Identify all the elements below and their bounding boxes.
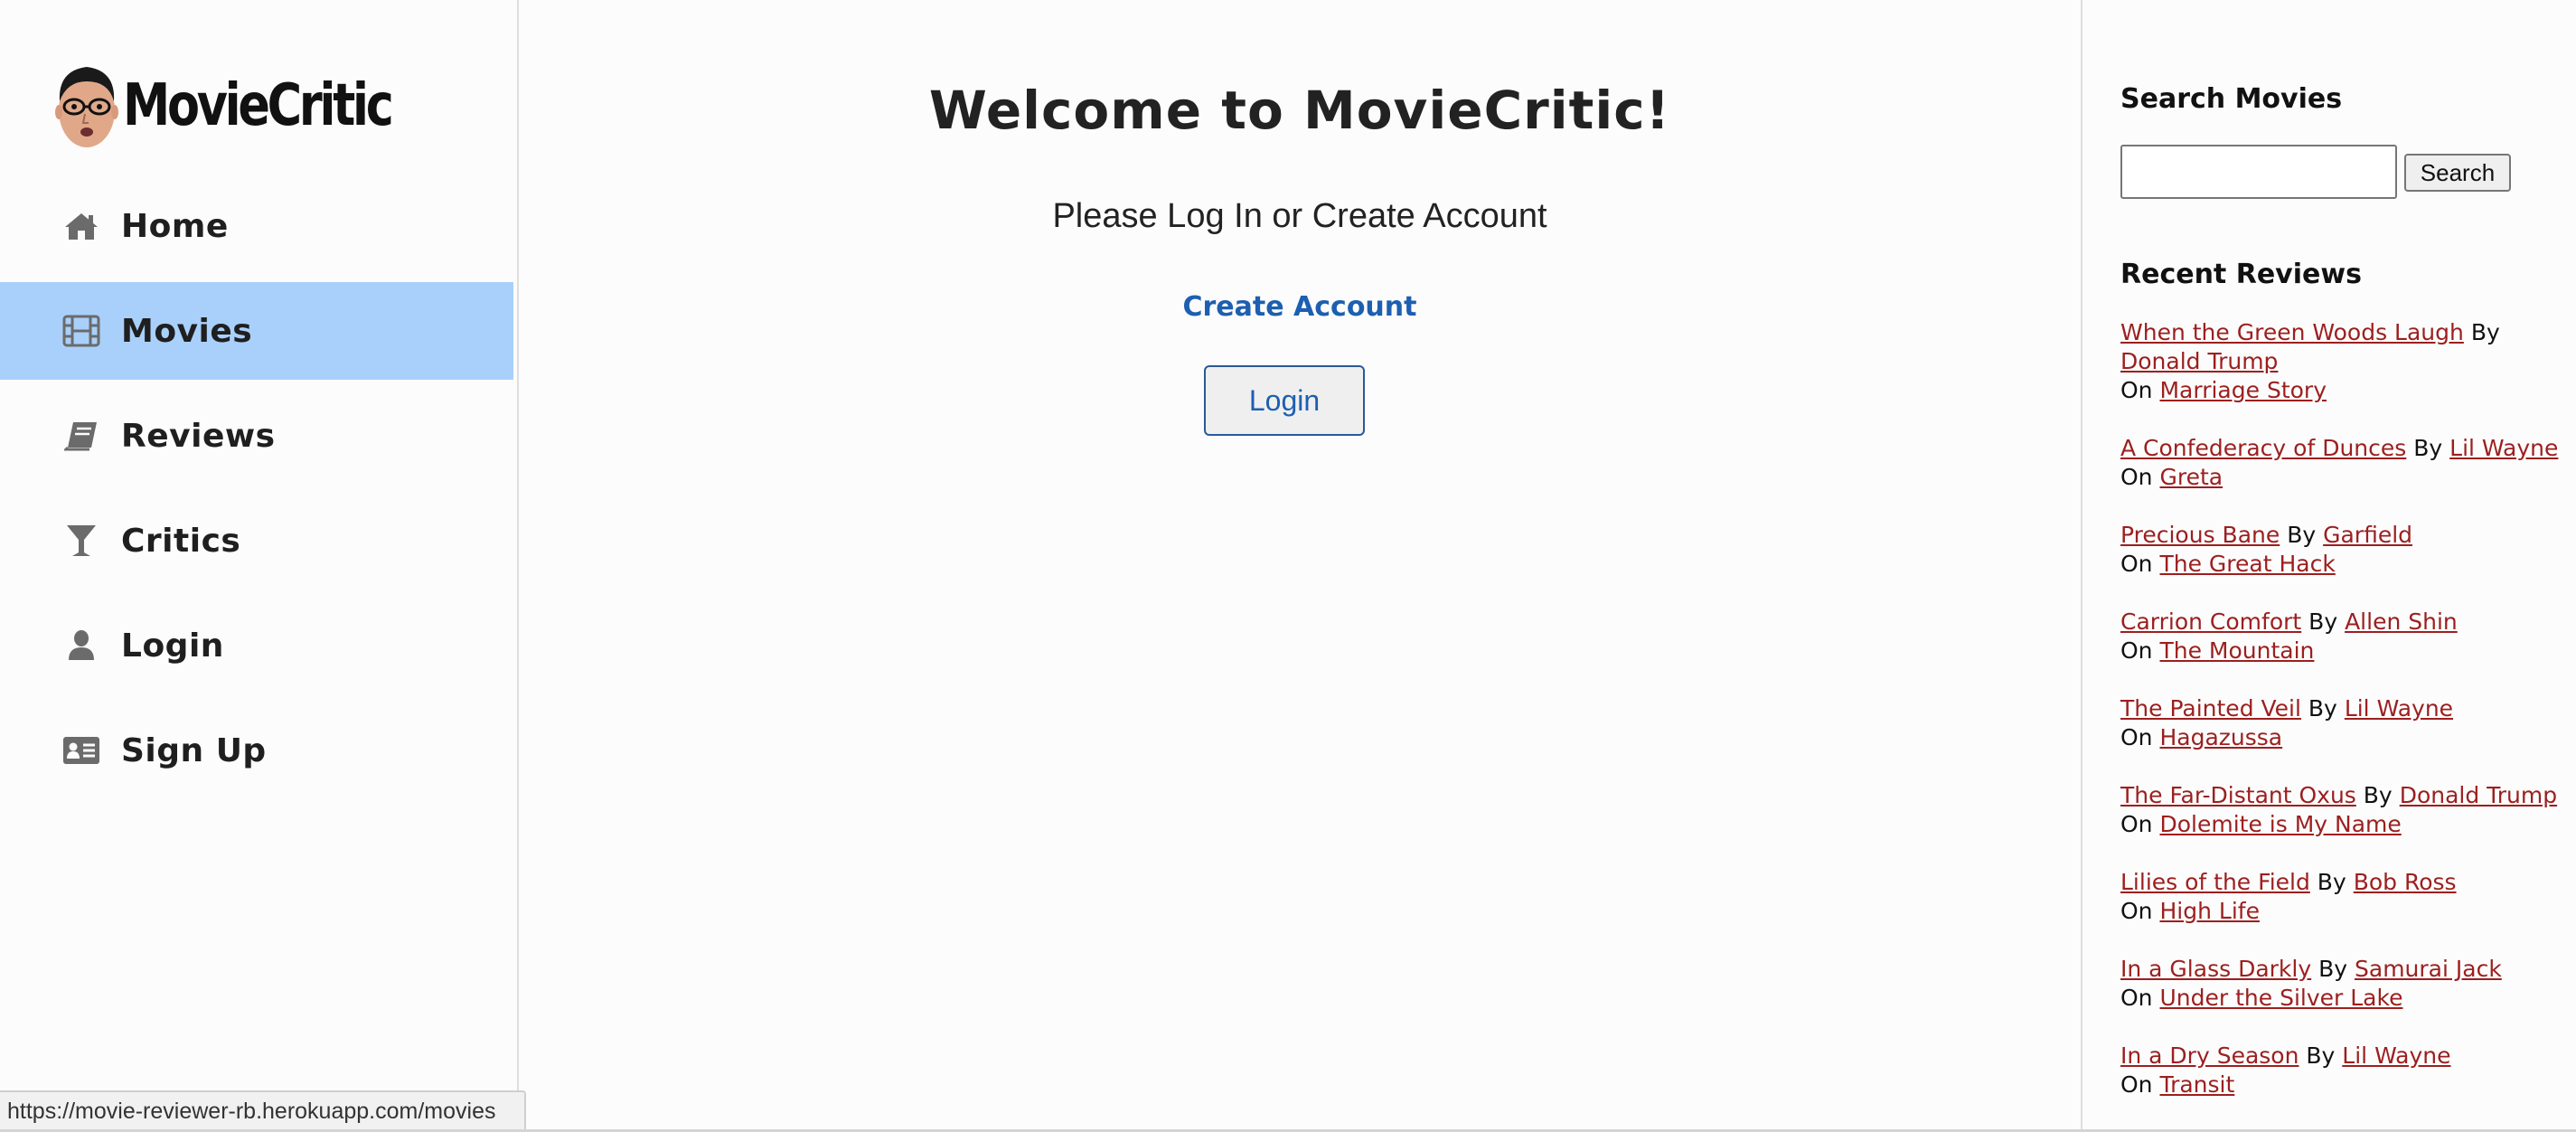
nav-label-home: Home [121, 207, 229, 245]
login-button[interactable]: Login [1204, 365, 1365, 436]
right-sidebar: Search Movies Search Recent Reviews When… [2081, 0, 2576, 1132]
search-button[interactable]: Search [2404, 154, 2511, 192]
recent-reviews-heading: Recent Reviews [2120, 259, 2362, 290]
on-text: On [2120, 898, 2153, 924]
critic-link[interactable]: Allen Shin [2345, 608, 2458, 635]
movie-link[interactable]: Greta [2159, 464, 2223, 490]
on-text: On [2120, 551, 2153, 577]
on-text: On [2120, 464, 2153, 490]
nav-item-reviews[interactable]: Reviews [0, 387, 517, 485]
review-title-link[interactable]: In a Glass Darkly [2120, 956, 2311, 982]
critic-link[interactable]: Garfield [2323, 522, 2412, 548]
movie-link[interactable]: Marriage Story [2159, 377, 2327, 403]
list-item: A Confederacy of Dunces By Lil Wayne On … [2120, 434, 2576, 492]
nav-item-movies[interactable]: Movies [0, 282, 513, 380]
cocktail-icon [61, 523, 101, 559]
by-text: By [2306, 1042, 2336, 1069]
nav-item-critics[interactable]: Critics [0, 492, 517, 590]
by-text: By [2308, 608, 2338, 635]
list-item: Precious Bane By Garfield On The Great H… [2120, 521, 2576, 579]
recent-reviews-list: When the Green Woods Laugh By Donald Tru… [2120, 318, 2576, 1128]
brand-name: MovieCritic [123, 72, 394, 139]
by-text: By [2317, 869, 2346, 895]
review-title-link[interactable]: The Painted Veil [2120, 695, 2301, 722]
movie-link[interactable]: Transit [2159, 1071, 2234, 1098]
by-text: By [2287, 522, 2317, 548]
page: MovieCritic Home Movies Reviews Critics … [0, 0, 2576, 1132]
create-account-link-row: Create Account [519, 291, 2081, 323]
critic-link[interactable]: Bob Ross [2354, 869, 2457, 895]
review-title-link[interactable]: Precious Bane [2120, 522, 2280, 548]
by-text: By [2363, 782, 2393, 808]
home-icon [61, 208, 101, 244]
page-title: Welcome to MovieCritic! [928, 80, 1671, 141]
main-content: Welcome to MovieCritic! Please Log In or… [519, 0, 2081, 1132]
review-title-link[interactable]: When the Green Woods Laugh [2120, 319, 2464, 345]
list-item: The Far-Distant Oxus By Donald Trump On … [2120, 781, 2576, 839]
critic-link[interactable]: Lil Wayne [2449, 435, 2558, 461]
movie-link[interactable]: The Great Hack [2159, 551, 2335, 577]
create-account-link[interactable]: Create Account [1183, 291, 1417, 323]
movie-link[interactable]: Dolemite is My Name [2159, 811, 2401, 837]
on-text: On [2120, 637, 2153, 664]
critic-link[interactable]: Samurai Jack [2355, 956, 2502, 982]
id-card-icon [61, 732, 101, 769]
on-text: On [2120, 724, 2153, 750]
search-input[interactable] [2120, 145, 2397, 199]
critic-link[interactable]: Lil Wayne [2342, 1042, 2450, 1069]
by-text: By [2470, 319, 2500, 345]
critic-link[interactable]: Donald Trump [2400, 782, 2557, 808]
book-icon [61, 418, 101, 454]
on-text: On [2120, 377, 2153, 403]
nav-item-sign-up[interactable]: Sign Up [0, 702, 517, 799]
list-item: In a Dry Season By Lil Wayne On Transit [2120, 1042, 2576, 1099]
critic-link[interactable]: Lil Wayne [2345, 695, 2453, 722]
nav-label-movies: Movies [121, 312, 253, 350]
review-title-link[interactable]: A Confederacy of Dunces [2120, 435, 2406, 461]
brand[interactable]: MovieCritic [54, 60, 450, 152]
movie-link[interactable]: High Life [2159, 898, 2259, 924]
movie-link[interactable]: The Mountain [2159, 637, 2314, 664]
list-item: Carrion Comfort By Allen Shin On The Mou… [2120, 608, 2576, 665]
nav-label-reviews: Reviews [121, 417, 276, 455]
left-sidebar: MovieCritic Home Movies Reviews Critics … [0, 0, 519, 1132]
nav-label-critics: Critics [121, 522, 241, 560]
review-title-link[interactable]: Carrion Comfort [2120, 608, 2301, 635]
list-item: In a Glass Darkly By Samurai Jack On Und… [2120, 955, 2576, 1013]
film-icon [61, 313, 101, 349]
nav-item-home[interactable]: Home [0, 177, 517, 275]
page-subtitle: Please Log In or Create Account [1052, 197, 1547, 235]
by-text: By [2413, 435, 2443, 461]
main-nav: Home Movies Reviews Critics Login Sign U… [0, 177, 517, 807]
movie-link[interactable]: Hagazussa [2159, 724, 2282, 750]
on-text: On [2120, 811, 2153, 837]
list-item: When the Green Woods Laugh By Donald Tru… [2120, 318, 2576, 405]
caricature-face-logo-icon [54, 60, 119, 152]
nav-label-login: Login [121, 627, 224, 665]
on-text: On [2120, 985, 2153, 1011]
nav-item-login[interactable]: Login [0, 597, 517, 694]
by-text: By [2318, 956, 2348, 982]
movie-link[interactable]: Under the Silver Lake [2159, 985, 2402, 1011]
review-title-link[interactable]: The Far-Distant Oxus [2120, 782, 2356, 808]
on-text: On [2120, 1071, 2153, 1098]
search-heading: Search Movies [2120, 83, 2343, 115]
status-bar-url: https://movie-reviewer-rb.herokuapp.com/… [0, 1090, 526, 1130]
list-item: Lilies of the Field By Bob Ross On High … [2120, 868, 2576, 926]
review-title-link[interactable]: In a Dry Season [2120, 1042, 2299, 1069]
by-text: By [2308, 695, 2337, 722]
critic-link[interactable]: Donald Trump [2120, 348, 2278, 374]
user-icon [61, 627, 101, 664]
review-title-link[interactable]: Lilies of the Field [2120, 869, 2310, 895]
list-item: The Painted Veil By Lil Wayne On Hagazus… [2120, 694, 2576, 752]
nav-label-sign-up: Sign Up [121, 731, 267, 769]
